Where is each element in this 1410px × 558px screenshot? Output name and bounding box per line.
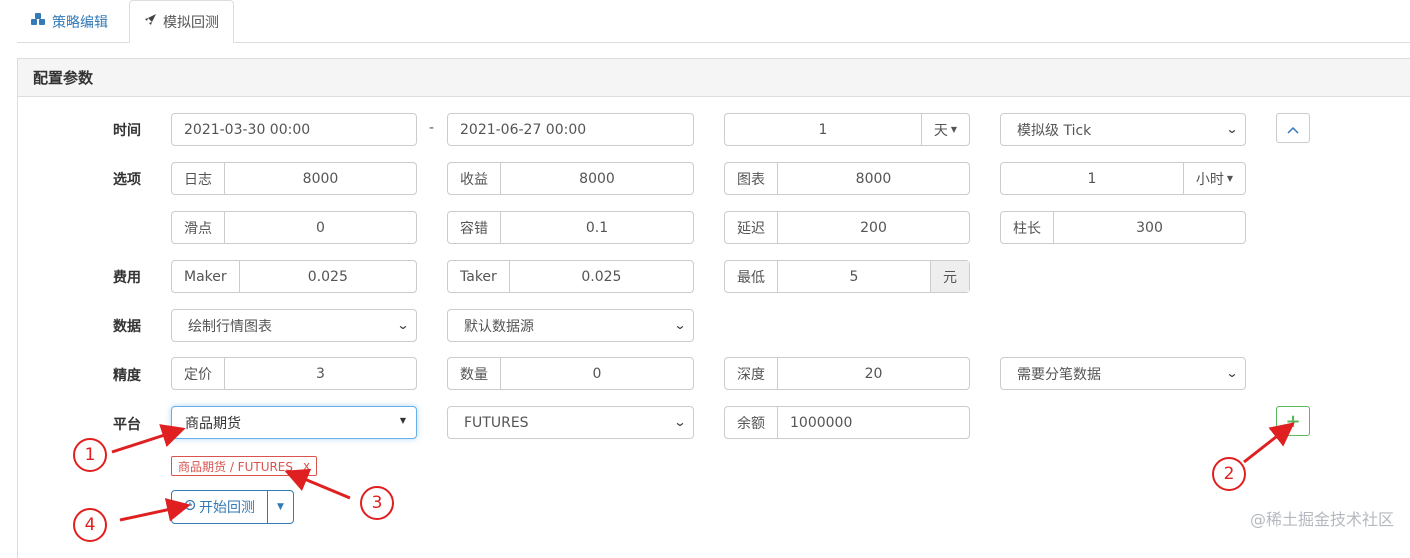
- callout-2-arrow: [1243, 422, 1295, 464]
- callout-3: 3: [360, 486, 394, 520]
- callout-1: 1: [73, 438, 107, 472]
- callout-4: 4: [73, 508, 107, 542]
- callout-4-arrow: [119, 498, 191, 522]
- annotation-arrows: [111, 422, 1295, 522]
- callout-1-arrow: [111, 424, 186, 454]
- watermark: @稀土掘金技术社区: [1249, 510, 1394, 529]
- callout-2: 2: [1212, 457, 1246, 491]
- callout-3-arrow: [284, 468, 351, 500]
